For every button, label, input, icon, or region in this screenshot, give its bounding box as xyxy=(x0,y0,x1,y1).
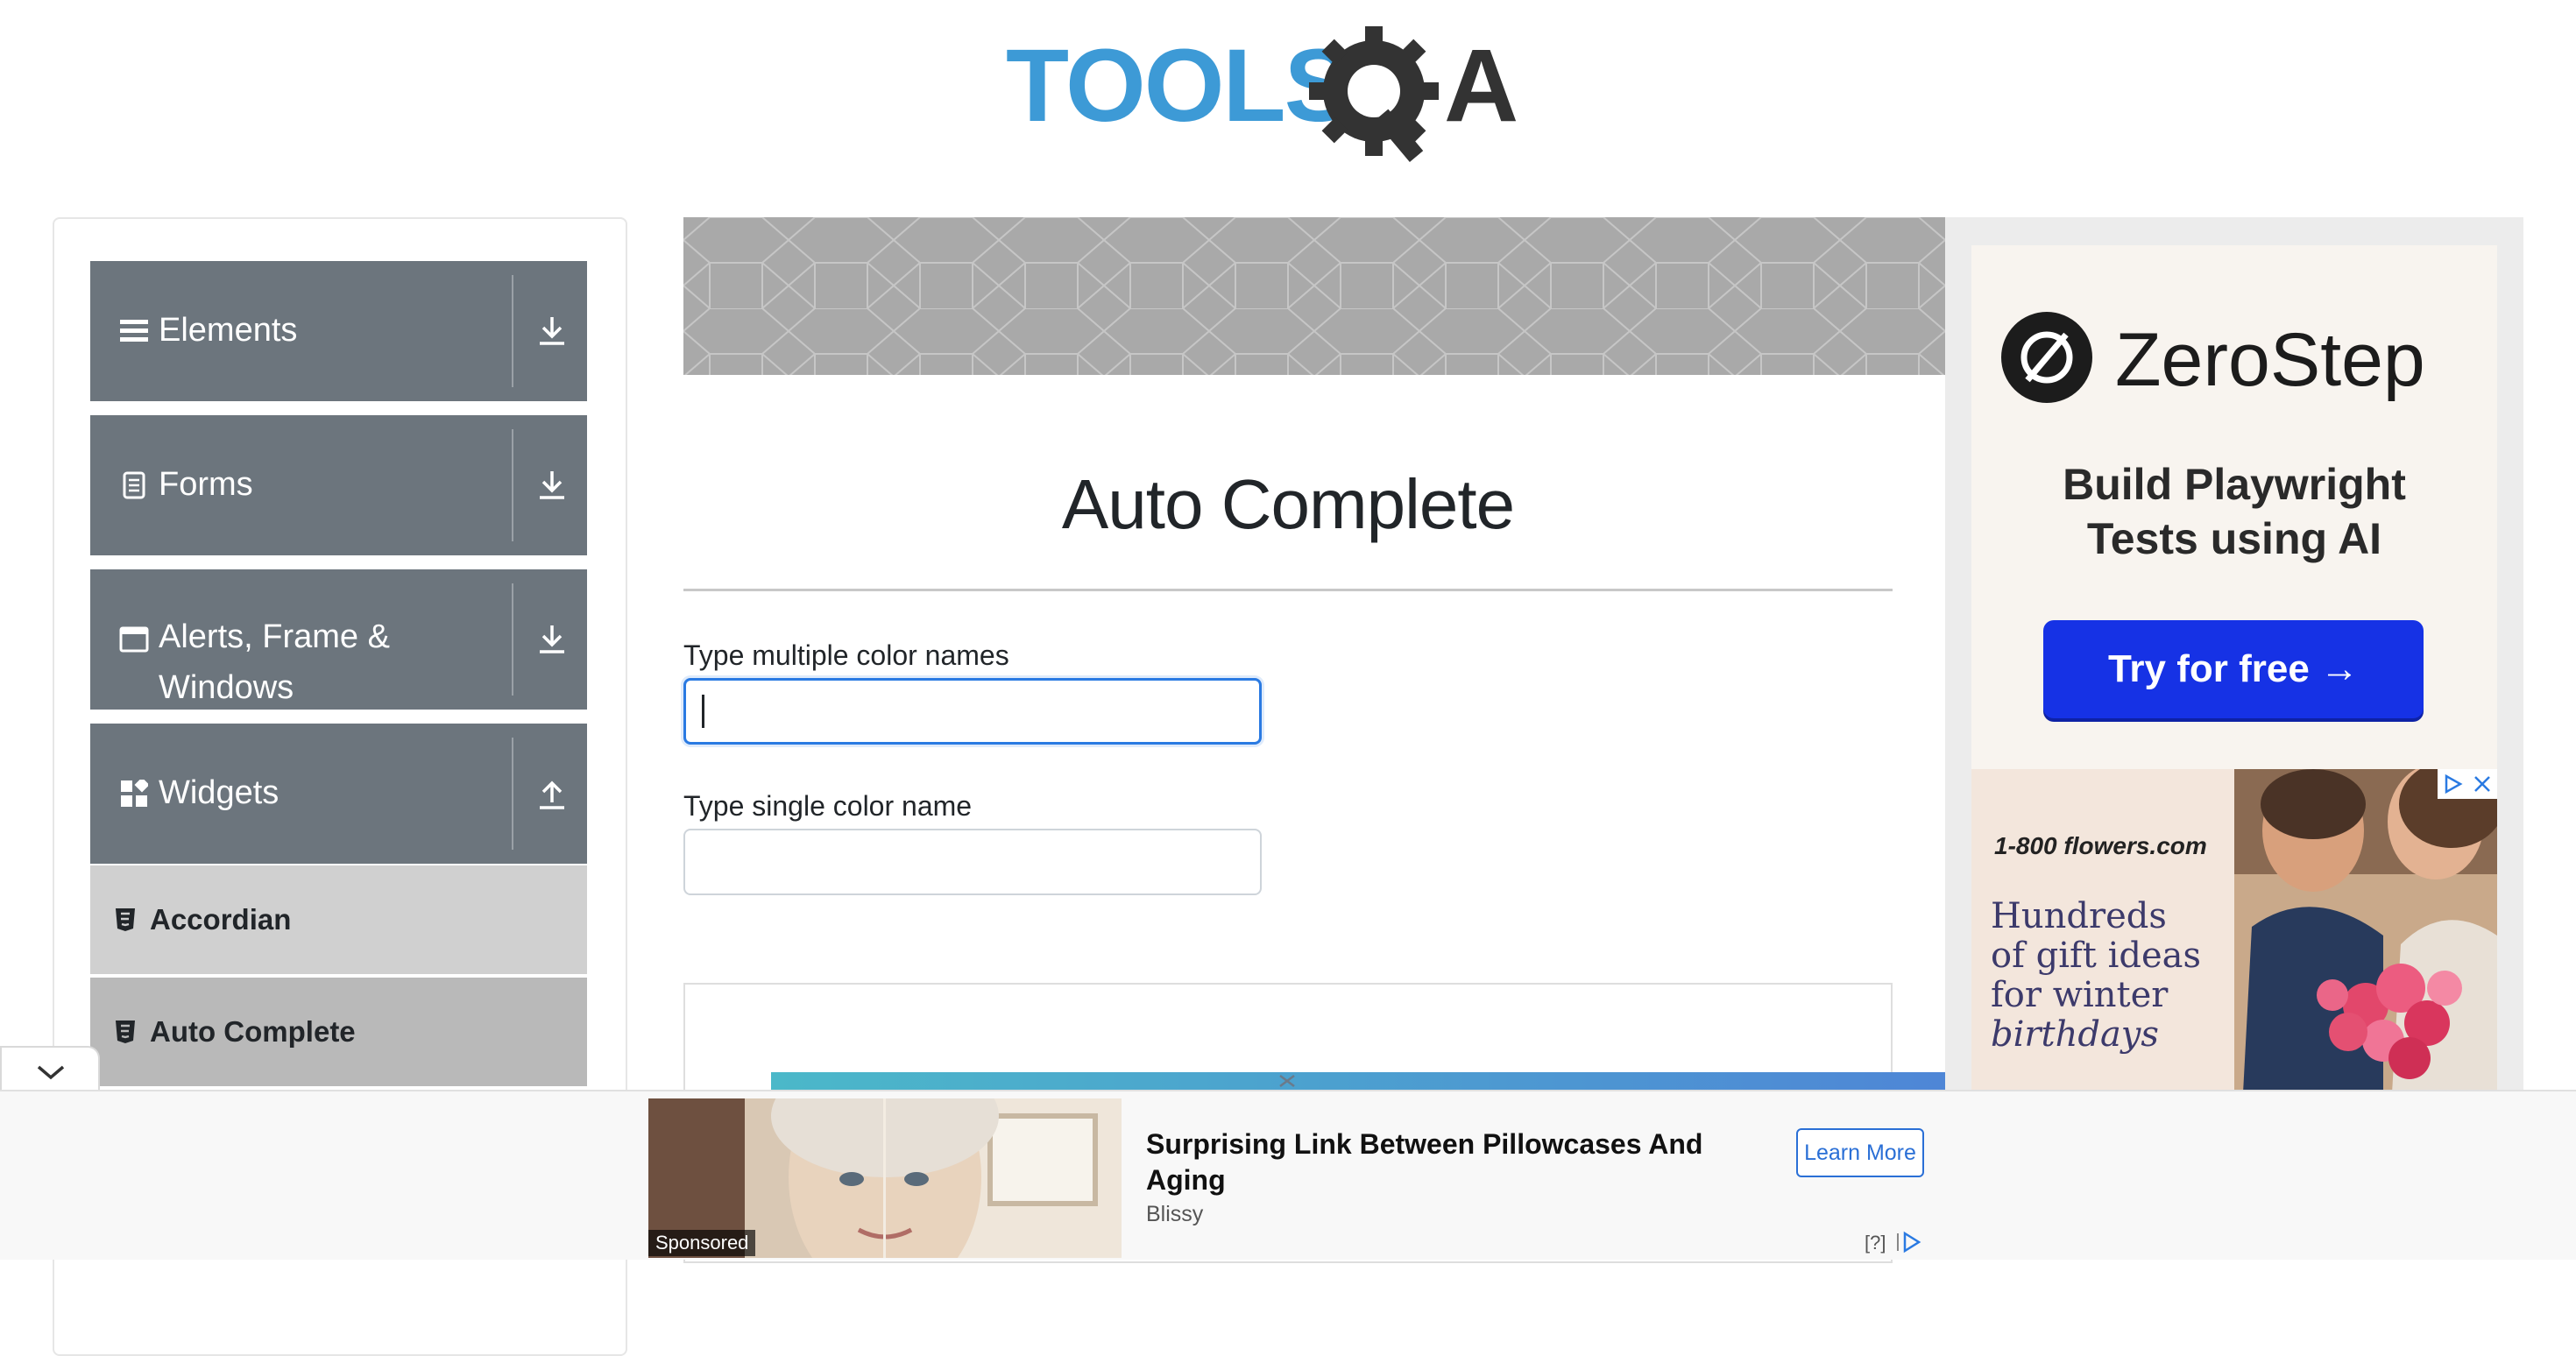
sidebar-group-label: Alerts, Frame & xyxy=(159,618,390,655)
text-caret xyxy=(702,695,704,728)
close-icon[interactable] xyxy=(2467,769,2497,799)
flowers-brand: 1-800 flowers.com xyxy=(1994,832,2207,859)
flowers-line: of gift ideas xyxy=(1991,936,2202,976)
page-title: Auto Complete xyxy=(1061,465,1515,543)
toolsqa-logo[interactable]: TOOLS A xyxy=(1006,23,1575,163)
tagline-line: Build Playwright xyxy=(2063,460,2406,509)
bottom-ad-headline[interactable]: Surprising Link Between Pillowcases And … xyxy=(1146,1126,1759,1198)
menu-item-label: Accordian xyxy=(150,903,292,936)
logo-text-a: A xyxy=(1444,28,1518,144)
divider xyxy=(512,429,513,541)
divider xyxy=(512,738,513,850)
ad-gradient-strip xyxy=(771,1072,1945,1090)
html5-icon xyxy=(116,1021,135,1043)
document-icon xyxy=(118,470,150,501)
menu-item-auto-complete[interactable]: Auto Complete xyxy=(90,978,587,1086)
download-icon[interactable] xyxy=(533,312,571,350)
close-icon[interactable] xyxy=(1276,1074,1299,1088)
try-for-free-button[interactable]: Try for free → xyxy=(2043,620,2424,718)
flowers-line: birthdays xyxy=(1991,1014,2159,1055)
divider xyxy=(512,275,513,387)
hexagon-pattern-banner xyxy=(683,217,1945,375)
menu-item-label: Auto Complete xyxy=(150,1015,356,1048)
tagline-line: Tests using AI xyxy=(2086,514,2382,563)
multiple-color-input[interactable] xyxy=(683,678,1262,745)
download-icon[interactable] xyxy=(533,620,571,659)
flowers-line: Hundreds xyxy=(1991,896,2167,936)
adchoices-icon[interactable] xyxy=(1894,1230,1922,1254)
chevron-down-icon xyxy=(37,1065,65,1080)
upload-icon[interactable] xyxy=(533,774,571,813)
sidebar-group-forms[interactable]: Forms xyxy=(90,415,587,555)
single-color-label: Type single color name xyxy=(683,790,973,822)
sponsored-tag: Sponsored xyxy=(648,1230,756,1256)
flowers-ad-copy: Hundreds of gift ideas for winter birthd… xyxy=(1991,897,2254,1055)
learn-more-button[interactable]: Learn More xyxy=(1796,1128,1924,1177)
sidebar-group-label: Widgets xyxy=(159,774,280,811)
widgets-icon xyxy=(118,778,150,809)
ad-info-icon[interactable] xyxy=(2438,769,2467,799)
zerostep-brand: ZeroStep xyxy=(2115,318,2425,402)
sidebar-group-label: Forms xyxy=(159,466,253,503)
collapse-ad-tab[interactable] xyxy=(0,1046,100,1095)
zerostep-logo-icon xyxy=(2001,312,2092,403)
hamburger-icon xyxy=(118,315,150,347)
sidebar-group-label: Elements xyxy=(159,312,298,349)
window-icon xyxy=(118,624,150,655)
download-icon[interactable] xyxy=(533,466,571,505)
sidebar-group-label-line2: Windows xyxy=(159,669,294,706)
sidebar-group-alerts-frame-windows[interactable]: Alerts, Frame & Windows xyxy=(90,569,587,710)
multiple-color-label: Type multiple color names xyxy=(683,639,1009,671)
title-divider xyxy=(683,589,1893,591)
sidebar-group-widgets[interactable]: Widgets xyxy=(90,724,587,864)
ad-choices-controls xyxy=(2438,769,2497,799)
divider xyxy=(512,583,513,696)
sidebar-group-elements[interactable]: Elements xyxy=(90,261,587,401)
html5-icon xyxy=(116,908,135,931)
zerostep-tagline: Build Playwright Tests using AI xyxy=(1971,457,2497,566)
menu-item-accordian[interactable]: Accordian xyxy=(90,865,587,974)
bottom-ad-brand: Blissy xyxy=(1146,1202,1204,1226)
flowers-line: for winter xyxy=(1991,975,2169,1015)
logo-text-tools: TOOLS xyxy=(1006,28,1351,144)
single-color-input[interactable] xyxy=(683,829,1262,895)
ad-info-link[interactable]: [?] xyxy=(1865,1232,1886,1254)
